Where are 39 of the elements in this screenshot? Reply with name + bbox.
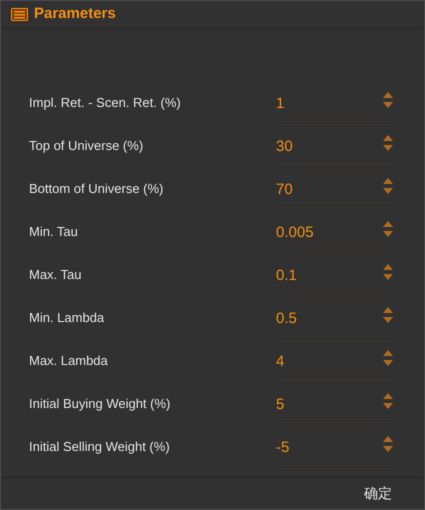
parameter-label: Max. Lambda (29, 352, 109, 370)
number-field[interactable]: 0.5 (276, 305, 383, 332)
increment-icon[interactable] (383, 221, 393, 228)
increment-icon[interactable] (383, 178, 393, 184)
increment-icon[interactable] (383, 350, 393, 356)
list-icon (11, 8, 28, 22)
number-field[interactable]: 30 (276, 133, 383, 160)
decrement-icon[interactable] (383, 446, 393, 452)
parameter-label: Initial Selling Weight (%) (29, 438, 171, 456)
decrement-icon[interactable] (383, 231, 393, 238)
parameter-label: Bottom of Universe (%) (29, 180, 164, 198)
decrement-icon[interactable] (383, 403, 393, 410)
number-field[interactable]: 5 (276, 391, 383, 418)
parameter-label: Impl. Ret. - Scen. Ret. (%) (29, 94, 182, 112)
parameter-label: Min. Lambda (29, 309, 106, 328)
parameter-label: Initial Buying Weight (%) (29, 395, 172, 414)
decrement-icon[interactable] (383, 360, 393, 366)
dialog-title: Parameters (34, 4, 116, 24)
decrement-icon[interactable] (383, 317, 393, 324)
increment-icon[interactable] (383, 436, 393, 442)
number-field[interactable]: 1 (276, 90, 383, 116)
increment-icon[interactable] (383, 307, 393, 314)
number-field[interactable]: 0.1 (276, 262, 383, 288)
number-field[interactable]: -5 (276, 434, 383, 460)
decrement-icon[interactable] (383, 102, 393, 108)
parameter-label: Top of Universe (%) (29, 137, 144, 156)
increment-icon[interactable] (383, 264, 393, 270)
number-field[interactable]: 0.005 (276, 219, 383, 246)
number-field[interactable]: 70 (276, 176, 383, 202)
parameter-label: Min. Tau (29, 223, 79, 242)
increment-icon[interactable] (383, 393, 393, 400)
parameter-label: Max. Tau (29, 266, 83, 284)
decrement-icon[interactable] (383, 145, 393, 152)
confirm-button[interactable]: 确定 (362, 481, 394, 506)
increment-icon[interactable] (383, 92, 393, 98)
decrement-icon[interactable] (383, 188, 393, 194)
decrement-icon[interactable] (383, 274, 393, 280)
number-field[interactable]: 4 (276, 348, 383, 374)
increment-icon[interactable] (383, 135, 393, 142)
